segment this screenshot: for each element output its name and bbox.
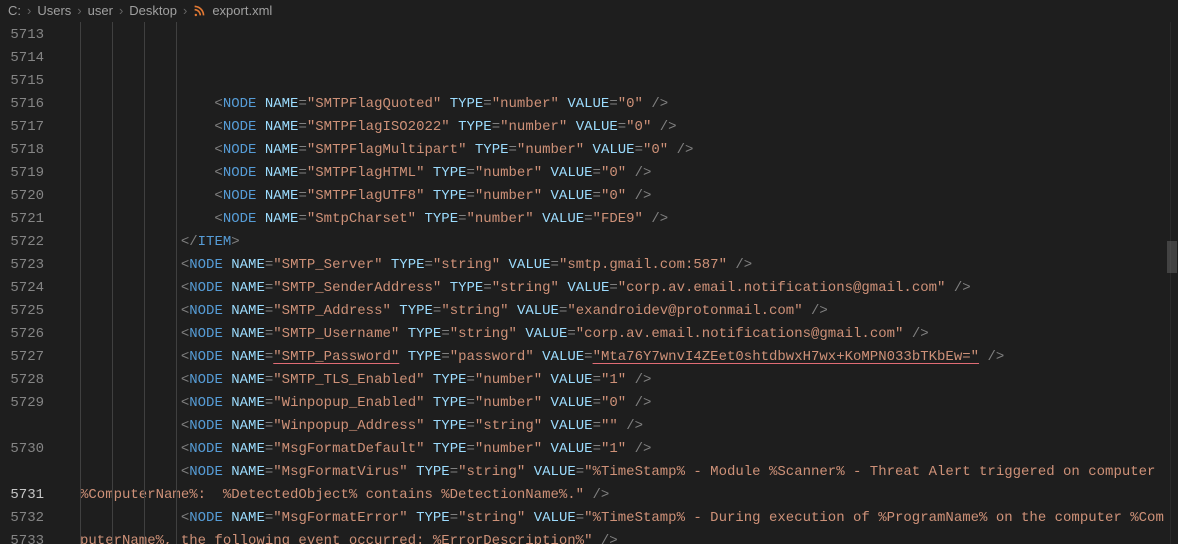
- line-number: 5719: [0, 162, 62, 185]
- code-line[interactable]: <NODE NAME="SMTP_TLS_Enabled" TYPE="numb…: [62, 369, 1170, 392]
- chevron-right-icon: ›: [77, 3, 81, 18]
- code-area[interactable]: <NODE NAME="SMTPFlagQuoted" TYPE="number…: [62, 22, 1170, 544]
- line-number: 5732: [0, 507, 62, 530]
- line-number: 5714: [0, 47, 62, 70]
- breadcrumb-seg[interactable]: user: [88, 3, 113, 18]
- line-number: 5715: [0, 70, 62, 93]
- rss-icon: [193, 4, 206, 17]
- code-line[interactable]: <NODE NAME="MsgFormatError" TYPE="string…: [62, 507, 1170, 544]
- line-number: 5717: [0, 116, 62, 139]
- code-line[interactable]: <NODE NAME="SMTP_Address" TYPE="string" …: [62, 300, 1170, 323]
- code-line[interactable]: <NODE NAME="SmtpCharset" TYPE="number" V…: [62, 208, 1170, 231]
- line-number: 5713: [0, 24, 62, 47]
- chevron-right-icon: ›: [119, 3, 123, 18]
- scrollbar-thumb[interactable]: [1167, 241, 1177, 272]
- code-line[interactable]: <NODE NAME="MsgFormatDefault" TYPE="numb…: [62, 438, 1170, 461]
- code-line[interactable]: <NODE NAME="SMTPFlagQuoted" TYPE="number…: [62, 93, 1170, 116]
- breadcrumb-file[interactable]: export.xml: [212, 3, 272, 18]
- code-line[interactable]: <NODE NAME="SMTP_SenderAddress" TYPE="st…: [62, 277, 1170, 300]
- line-number: 5724: [0, 277, 62, 300]
- minimap[interactable]: [1170, 22, 1178, 544]
- breadcrumb[interactable]: C: › Users › user › Desktop › export.xml: [0, 0, 1178, 22]
- code-line[interactable]: <NODE NAME="Winpopup_Enabled" TYPE="numb…: [62, 392, 1170, 415]
- code-line[interactable]: <NODE NAME="SMTPFlagMultipart" TYPE="num…: [62, 139, 1170, 162]
- code-line[interactable]: <NODE NAME="SMTPFlagUTF8" TYPE="number" …: [62, 185, 1170, 208]
- code-editor[interactable]: 5713571457155716571757185719572057215722…: [0, 22, 1178, 544]
- line-number: 5733: [0, 530, 62, 544]
- code-line[interactable]: <NODE NAME="MsgFormatVirus" TYPE="string…: [62, 461, 1170, 507]
- line-number: 5728: [0, 369, 62, 392]
- code-line[interactable]: </ITEM>: [62, 231, 1170, 254]
- line-number: 5729: [0, 392, 62, 438]
- code-line[interactable]: <NODE NAME="SMTP_Password" TYPE="passwor…: [62, 346, 1170, 369]
- line-number: 5718: [0, 139, 62, 162]
- line-number: 5727: [0, 346, 62, 369]
- code-line[interactable]: <NODE NAME="Winpopup_Address" TYPE="stri…: [62, 415, 1170, 438]
- breadcrumb-seg[interactable]: Desktop: [129, 3, 177, 18]
- line-number: 5723: [0, 254, 62, 277]
- line-number: 5721: [0, 208, 62, 231]
- line-number: 5716: [0, 93, 62, 116]
- breadcrumb-seg[interactable]: C:: [8, 3, 21, 18]
- code-line[interactable]: <NODE NAME="SMTPFlagISO2022" TYPE="numbe…: [62, 116, 1170, 139]
- line-number: 5726: [0, 323, 62, 346]
- chevron-right-icon: ›: [27, 3, 31, 18]
- code-line[interactable]: <NODE NAME="SMTP_Server" TYPE="string" V…: [62, 254, 1170, 277]
- line-number: 5730: [0, 438, 62, 484]
- line-number: 5725: [0, 300, 62, 323]
- line-number: 5720: [0, 185, 62, 208]
- vertical-scrollbar[interactable]: [1164, 22, 1178, 544]
- code-line[interactable]: <NODE NAME="SMTPFlagHTML" TYPE="number" …: [62, 162, 1170, 185]
- line-number: 5731: [0, 484, 62, 507]
- chevron-right-icon: ›: [183, 3, 187, 18]
- code-line[interactable]: <NODE NAME="SMTP_Username" TYPE="string"…: [62, 323, 1170, 346]
- line-number-gutter: 5713571457155716571757185719572057215722…: [0, 22, 62, 544]
- line-number: 5722: [0, 231, 62, 254]
- breadcrumb-seg[interactable]: Users: [37, 3, 71, 18]
